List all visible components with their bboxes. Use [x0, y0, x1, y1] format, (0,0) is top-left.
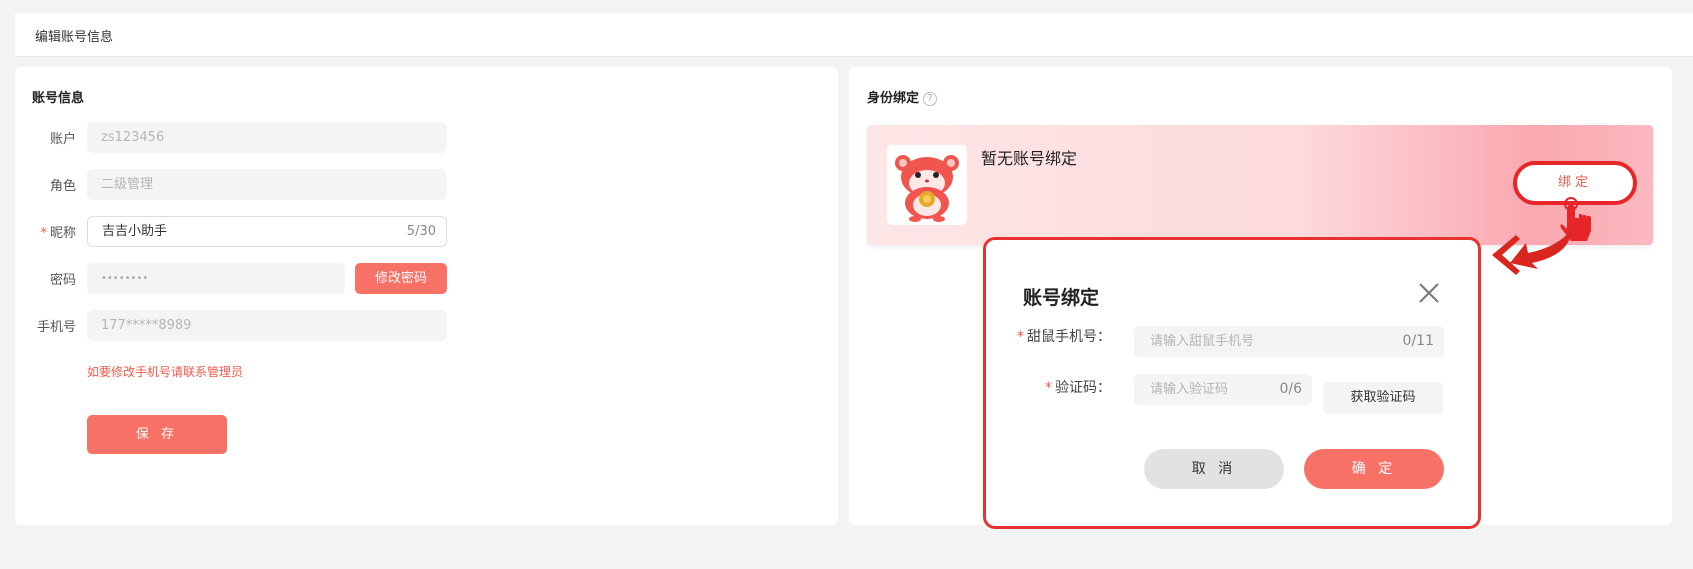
no-binding-text: 暂无账号绑定 [981, 149, 1078, 168]
save-button[interactable]: 保 存 [87, 415, 227, 454]
account-label: 账户 [49, 132, 76, 147]
account-section-title: 账号信息 [32, 91, 85, 106]
modal-title: 账号绑定 [1023, 287, 1100, 309]
nickname-value: 吉吉小助手 [102, 224, 168, 239]
password-label: 密码 [49, 273, 76, 288]
phone-field: 177*****8989 [87, 310, 447, 341]
code-input-label: * 验证码： [1006, 377, 1111, 397]
phone-input-label: * 甜鼠手机号： [1006, 326, 1111, 346]
change-password-button[interactable]: 修改密码 [355, 263, 447, 294]
verification-code-input[interactable]: 请输入验证码 0/6 [1134, 374, 1312, 405]
phone-change-hint: 如要修改手机号请联系管理员 [87, 365, 244, 379]
code-counter: 0/6 [1279, 381, 1302, 397]
required-mark: * [1045, 380, 1052, 396]
help-icon[interactable]: ? [923, 91, 938, 106]
annotation-arrow-icon [1492, 229, 1572, 275]
required-mark: * [40, 226, 47, 241]
account-info-panel: 账号信息 账户 zs123456 角色 二级管理 * 昵称 吉吉小助手 5/30 … [15, 67, 838, 525]
get-code-button[interactable]: 获取验证码 [1323, 382, 1443, 414]
phone-input-label-text: 甜鼠手机号： [1027, 329, 1111, 345]
required-mark: * [1017, 329, 1024, 345]
nickname-label-text: 昵称 [49, 226, 76, 241]
close-icon[interactable] [1418, 282, 1440, 304]
page-header: 编辑账号信息 [15, 13, 1693, 57]
phone-label: 手机号 [36, 320, 76, 335]
nickname-counter: 5/30 [406, 224, 436, 239]
role-field: 二级管理 [87, 169, 447, 200]
account-bind-modal: 账号绑定 * 甜鼠手机号： 请输入甜鼠手机号 0/11 * 验证码： 请输入验证码 … [983, 237, 1481, 529]
binding-title-text: 身份绑定 [867, 91, 920, 106]
role-label: 角色 [49, 179, 76, 194]
binding-section-title: 身份绑定? [867, 87, 938, 106]
cancel-button[interactable]: 取 消 [1144, 449, 1284, 489]
confirm-button[interactable]: 确 定 [1304, 449, 1444, 489]
page-title: 编辑账号信息 [35, 30, 114, 45]
nickname-input[interactable]: 吉吉小助手 5/30 [87, 216, 447, 247]
code-placeholder: 请输入验证码 [1150, 382, 1229, 397]
phone-placeholder: 请输入甜鼠手机号 [1150, 334, 1255, 349]
nickname-label: * 昵称 [26, 222, 76, 241]
tianshu-phone-input[interactable]: 请输入甜鼠手机号 0/11 [1134, 326, 1444, 357]
account-field: zs123456 [87, 122, 447, 153]
phone-counter: 0/11 [1402, 333, 1434, 349]
hamster-avatar [887, 145, 967, 225]
password-field: •••••••• [87, 263, 345, 294]
code-input-label-text: 验证码： [1055, 380, 1111, 396]
